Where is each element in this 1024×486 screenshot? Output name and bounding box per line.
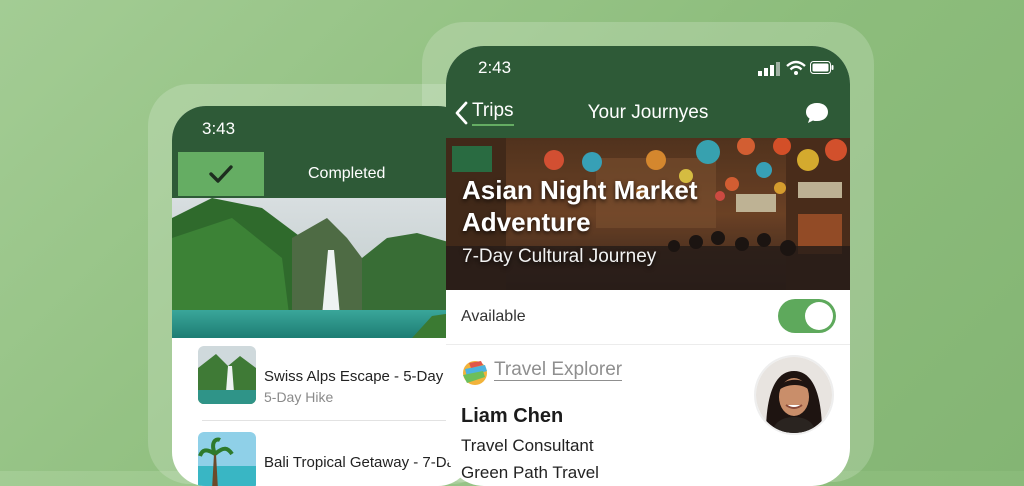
status-time: 2:43 [478, 58, 512, 77]
tab-bar: Completed [172, 152, 472, 198]
brand-label: Travel Explorer [494, 359, 623, 381]
tab-check[interactable] [178, 152, 264, 196]
back-phone-screen: 3:43 Completed Swiss Alps Escape - 5-Day… [172, 106, 472, 486]
consultant-role: Travel Consultant [461, 436, 594, 455]
toggle-knob [805, 302, 833, 330]
wifi-icon [786, 60, 806, 75]
trip-subtitle: 5-Day Hike [264, 389, 334, 405]
trip-thumbnail [198, 432, 256, 486]
night-market-hero-image: Asian Night Market Adventure 7-Day Cultu… [446, 138, 850, 290]
consultant-name: Liam Chen [461, 405, 564, 427]
brand-name: Travel Explorer [494, 359, 623, 381]
trip-title: Swiss Alps Escape - 5-Day Hike [264, 368, 472, 385]
status-bar: 3:43 [172, 106, 472, 152]
globe-logo-icon [461, 359, 489, 392]
hero-title: Asian Night Market Adventure [462, 175, 698, 237]
waterfall-hero-image [172, 198, 472, 338]
tab-completed[interactable]: Completed [308, 152, 385, 196]
hero-subtitle: 7-Day Cultural Journey [462, 246, 657, 267]
chat-bubble-icon [806, 103, 828, 123]
consultant-company: Green Path Travel [461, 463, 599, 482]
availability-toggle[interactable] [778, 299, 836, 333]
avatar[interactable] [754, 355, 834, 435]
status-bar: 2:43 [446, 46, 850, 90]
list-item[interactable]: Bali Tropical Getaway - 7-Day Beach [198, 432, 472, 486]
list-item[interactable]: Swiss Alps Escape - 5-Day Hike 5-Day Hik… [198, 346, 472, 408]
signal-icon [758, 62, 780, 76]
check-icon [209, 165, 233, 183]
chat-button[interactable] [804, 100, 830, 131]
availability-label: Available [461, 308, 526, 325]
trip-thumbnail [198, 346, 256, 404]
trip-title: Bali Tropical Getaway - 7-Day Beach [264, 454, 472, 471]
availability-row: Available [446, 290, 850, 345]
divider [202, 420, 462, 421]
nav-bar: Trips Your Journyes [446, 90, 850, 138]
battery-icon [810, 61, 834, 74]
front-phone-screen: 2:43 Trips Your Journyes Asian Night Mar… [446, 46, 850, 486]
page-title: Your Journyes [587, 102, 709, 123]
consultant-card: Travel Explorer Liam Chen Travel Consult… [446, 345, 850, 486]
status-time: 3:43 [202, 119, 236, 138]
